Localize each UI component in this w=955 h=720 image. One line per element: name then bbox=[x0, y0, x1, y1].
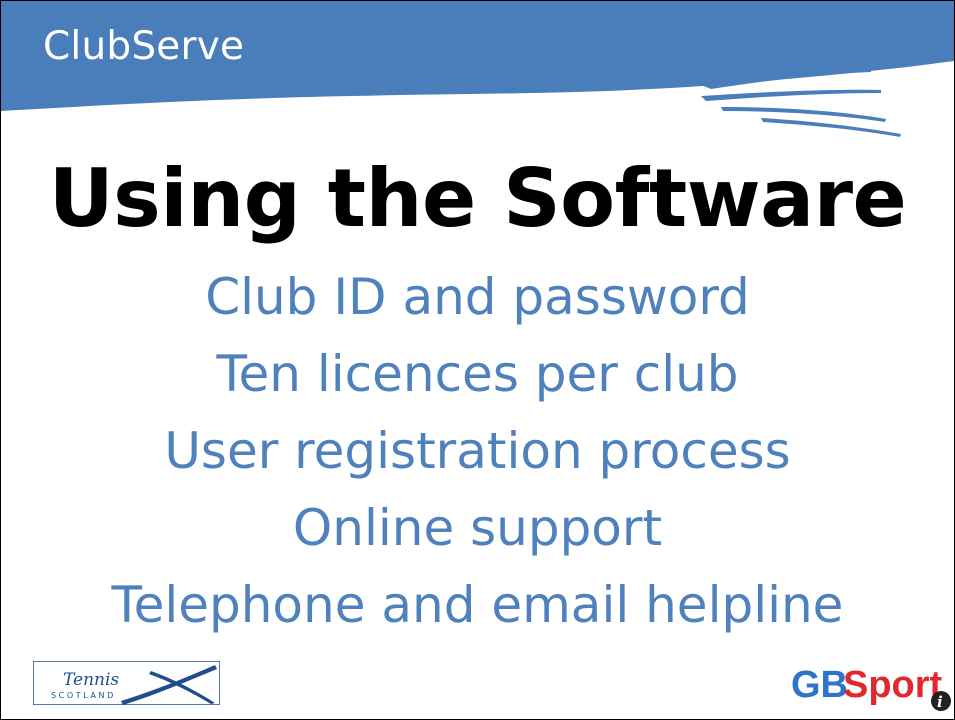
gbsport-logo-sport: Sport bbox=[843, 664, 943, 706]
info-badge-letter: i bbox=[937, 693, 943, 711]
tennis-scotland-logo-line1: Tennis bbox=[63, 670, 119, 690]
slide: ClubServe Using the Software Club ID and… bbox=[0, 0, 955, 720]
slide-title: Using the Software bbox=[48, 152, 907, 245]
bullet-item: Online support bbox=[292, 499, 663, 557]
bullet-item: Ten licences per club bbox=[216, 345, 739, 403]
bullet-item: Club ID and password bbox=[205, 268, 750, 326]
tennis-scotland-logo: Tennis SCOTLAND bbox=[33, 661, 220, 705]
header-title: ClubServe bbox=[43, 24, 245, 69]
bullet-item: Telephone and email helpline bbox=[111, 576, 844, 634]
header-banner bbox=[1, 1, 954, 137]
gbsport-logo-gb: GB bbox=[791, 664, 848, 706]
bullet-list: Club ID and password Ten licences per cl… bbox=[1, 259, 954, 644]
bullet-item: User registration process bbox=[164, 422, 791, 480]
tennis-scotland-logo-line2: SCOTLAND bbox=[51, 691, 116, 700]
gbsport-logo: GB Sport i bbox=[791, 664, 951, 711]
